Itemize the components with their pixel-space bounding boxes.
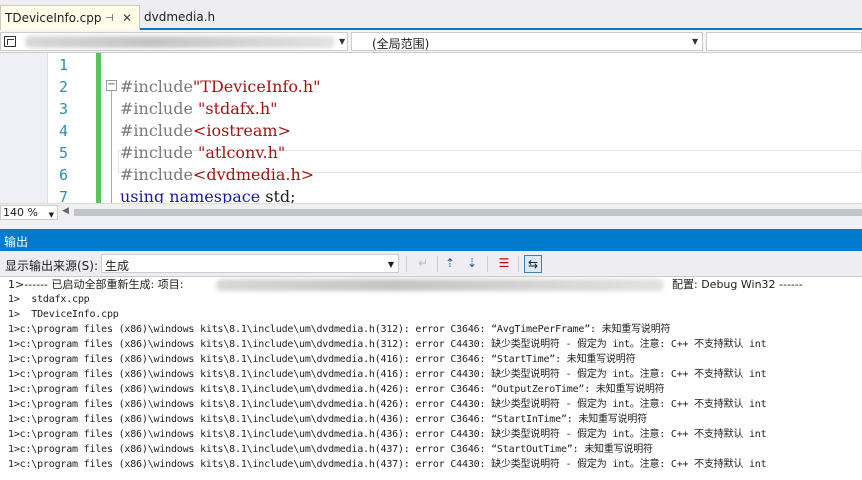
- output-line: 1>c:\program files (x86)\windows kits\8.…: [8, 444, 653, 455]
- chevron-down-icon: ▼: [692, 37, 699, 46]
- go-to-previous-message-icon[interactable]: ⇡: [441, 255, 459, 273]
- zoom-value: 140 %: [3, 206, 38, 219]
- navigation-bar: ▼ (全局范围) ▼: [0, 30, 862, 53]
- tab-dvdmedia-h[interactable]: dvdmedia.h: [140, 5, 220, 30]
- output-line: 1>c:\program files (x86)\windows kits\8.…: [8, 414, 648, 425]
- output-line: 1> stdafx.cpp: [8, 294, 90, 305]
- scope-dropdown[interactable]: (全局范围) ▼: [351, 32, 703, 51]
- output-toolbar: 显示输出来源(S): 生成 ▼ ↵ ⇡ ⇣ ☰ ⇆: [0, 251, 862, 277]
- indicator-margin: [0, 53, 48, 203]
- output-source-dropdown[interactable]: 生成 ▼: [101, 254, 399, 273]
- output-line: 1>c:\program files (x86)\windows kits\8.…: [8, 354, 636, 365]
- document-tab-strip: TDeviceInfo.cpp ⊣ ✕ dvdmedia.h: [0, 0, 862, 30]
- chevron-down-icon: ▼: [339, 37, 346, 46]
- output-panel-header: 输出: [0, 229, 862, 251]
- line-number: 4: [58, 122, 68, 140]
- toggle-word-wrap-icon[interactable]: ⇆: [524, 255, 542, 273]
- clear-all-icon[interactable]: ☰: [495, 255, 513, 273]
- project-dropdown[interactable]: ▼: [0, 32, 348, 51]
- line-number: 5: [58, 144, 68, 162]
- output-source-value: 生成: [105, 259, 130, 273]
- tab-tdeviceinfo-cpp[interactable]: TDeviceInfo.cpp ⊣ ✕: [0, 5, 140, 30]
- change-tracking-bar: [96, 53, 101, 203]
- code-line[interactable]: #include"TDeviceInfo.h": [120, 76, 320, 98]
- collapse-icon[interactable]: −: [106, 80, 117, 91]
- output-line: 1>c:\program files (x86)\windows kits\8.…: [8, 384, 665, 395]
- output-line: 1>c:\program files (x86)\windows kits\8.…: [8, 369, 767, 380]
- output-panel-title: 输出: [4, 235, 29, 249]
- output-line: 1>c:\program files (x86)\windows kits\8.…: [8, 459, 767, 470]
- output-line: 1>------ 已启动全部重新生成: 项目:: [8, 278, 184, 291]
- output-line: 1>c:\program files (x86)\windows kits\8.…: [8, 429, 767, 440]
- toolbar-separator: [437, 256, 438, 272]
- tab-label: TDeviceInfo.cpp: [5, 11, 102, 25]
- output-line: 1> TDeviceInfo.cpp: [8, 309, 119, 320]
- tab-label: dvdmedia.h: [144, 10, 216, 24]
- panel-splitter[interactable]: [0, 220, 862, 229]
- code-line[interactable]: #include "atlconv.h": [120, 142, 285, 164]
- toolbar-separator: [487, 256, 488, 272]
- line-number: 3: [58, 100, 68, 118]
- horizontal-scrollbar-thumb[interactable]: [74, 209, 862, 216]
- toolbar-separator: [406, 256, 407, 272]
- output-line: 1>c:\program files (x86)\windows kits\8.…: [8, 399, 767, 410]
- project-icon: [4, 36, 16, 47]
- toolbar-separator: [518, 256, 519, 272]
- output-line-config: 配置: Debug Win32 ------: [672, 278, 803, 291]
- redacted-project-path: [216, 279, 664, 291]
- redacted-project-name: [25, 36, 335, 48]
- close-icon[interactable]: ✕: [122, 6, 132, 31]
- line-number-margin: 1 2 3 4 5 6 7: [48, 53, 86, 203]
- find-message-in-code-icon[interactable]: ↵: [414, 255, 432, 273]
- line-number: 1: [58, 56, 68, 74]
- code-line[interactable]: #include<iostream>: [120, 120, 291, 142]
- code-line[interactable]: #include "stdafx.h": [120, 98, 278, 120]
- zoom-level-dropdown[interactable]: 140 % ▼: [0, 205, 58, 220]
- outline-guide: [111, 91, 112, 203]
- code-line[interactable]: #include<dvdmedia.h>: [120, 164, 314, 186]
- scope-value: (全局范围): [372, 37, 430, 51]
- line-number: 6: [58, 166, 68, 184]
- code-line[interactable]: using namespace std;: [120, 186, 296, 203]
- chevron-down-icon: ▼: [387, 260, 394, 269]
- output-source-label: 显示输出来源(S):: [5, 259, 99, 273]
- code-editor[interactable]: 1 2 3 4 5 6 7 − #include"TDeviceInfo.h" …: [0, 53, 862, 203]
- output-line: 1>c:\program files (x86)\windows kits\8.…: [8, 339, 767, 350]
- line-number: 7: [58, 188, 68, 203]
- go-to-next-message-icon[interactable]: ⇣: [463, 255, 481, 273]
- line-number: 2: [58, 78, 68, 96]
- editor-zoom-bar: 140 % ▼ ◀: [0, 203, 862, 220]
- pin-icon[interactable]: ⊣: [105, 6, 114, 31]
- member-dropdown[interactable]: [706, 32, 862, 51]
- scroll-left-icon[interactable]: ◀: [62, 206, 69, 216]
- output-line: 1>c:\program files (x86)\windows kits\8.…: [8, 324, 671, 335]
- output-text-area[interactable]: 1>------ 已启动全部重新生成: 项目: 配置: Debug Win32 …: [0, 277, 862, 480]
